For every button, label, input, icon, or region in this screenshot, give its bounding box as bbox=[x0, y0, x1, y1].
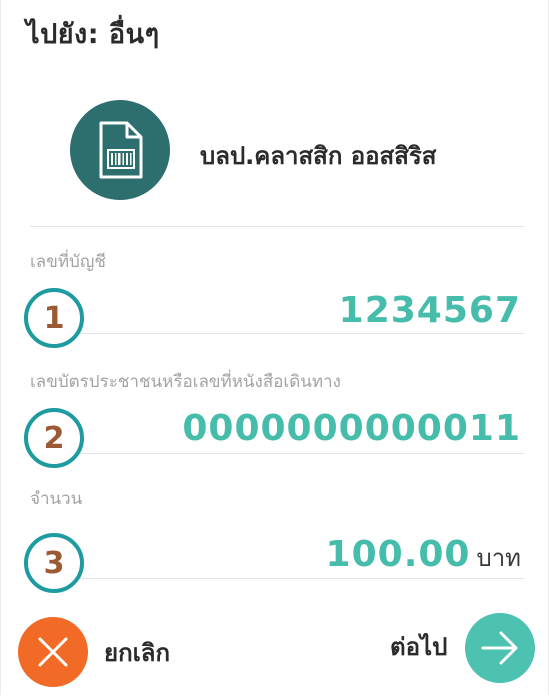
amount-label: จำนวน bbox=[30, 489, 83, 509]
id-number-label: เลขบัตรประชาชนหรือเลขที่หนังสือเดินทาง bbox=[30, 372, 341, 392]
account-number-label: เลขที่บัญชี bbox=[30, 252, 106, 272]
step-badge-1: 1 bbox=[24, 288, 84, 348]
cancel-label[interactable]: ยกเลิก bbox=[104, 633, 170, 672]
account-number-underline bbox=[80, 333, 524, 334]
amount-field[interactable]: 100.00 บาท bbox=[326, 534, 521, 577]
cancel-button[interactable] bbox=[18, 617, 88, 687]
step-badge-2: 2 bbox=[24, 408, 84, 468]
amount-value: 100.00 bbox=[325, 534, 471, 575]
step-badge-3: 3 bbox=[24, 533, 84, 593]
id-number-underline bbox=[80, 453, 524, 454]
amount-underline bbox=[80, 578, 524, 579]
arrow-right-icon bbox=[481, 631, 518, 665]
id-number-value[interactable]: 0000000000011 bbox=[182, 408, 521, 449]
page-title: ไปยัง: อื่นๆ bbox=[26, 19, 160, 50]
screen-frame bbox=[0, 0, 549, 695]
close-icon bbox=[38, 637, 68, 667]
payee-name: บลป.คลาสสิก ออสสิริส bbox=[200, 142, 437, 170]
next-button[interactable] bbox=[465, 613, 535, 683]
amount-unit: บาท bbox=[476, 544, 521, 572]
payee-divider bbox=[30, 226, 524, 227]
account-number-value[interactable]: 1234567 bbox=[339, 290, 521, 331]
next-label[interactable]: ต่อไป bbox=[390, 627, 447, 666]
document-barcode-icon bbox=[70, 100, 170, 200]
